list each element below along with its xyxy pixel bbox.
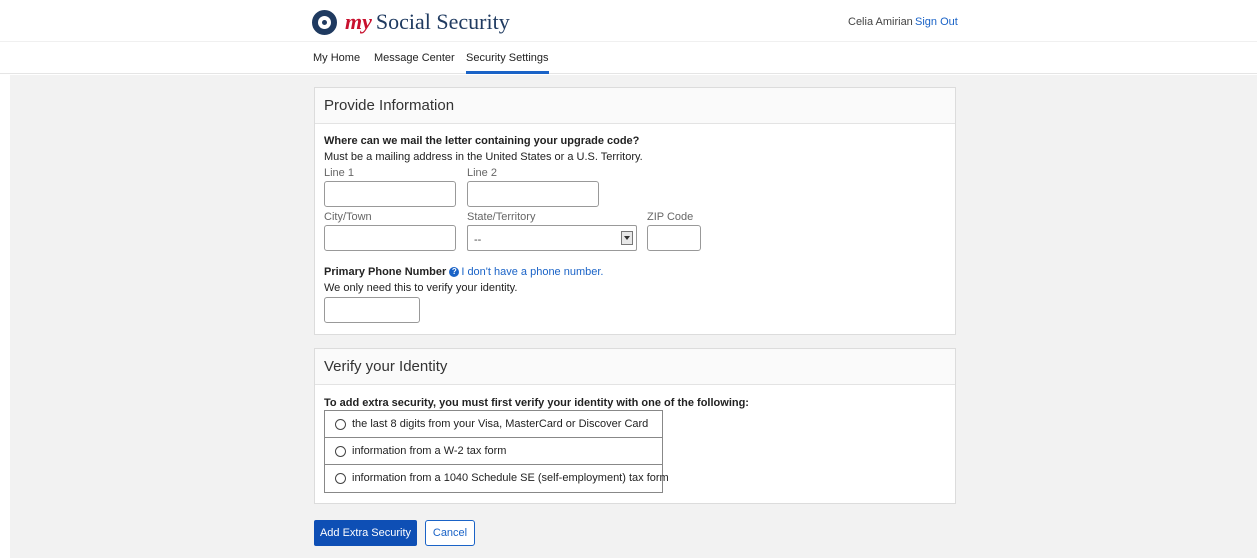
nav-security-settings[interactable]: Security Settings xyxy=(466,52,549,74)
option-label: information from a W-2 tax form xyxy=(352,445,507,457)
radio-empty-icon[interactable] xyxy=(335,473,346,484)
zip-label: ZIP Code xyxy=(647,211,694,223)
phone-note: We only need this to verify your identit… xyxy=(324,282,518,294)
brand-title: my Social Security xyxy=(345,9,510,35)
line1-label: Line 1 xyxy=(324,167,354,179)
ssa-seal-icon xyxy=(312,9,337,35)
my-social-security-logo[interactable]: my Social Security xyxy=(312,9,510,35)
nav-message-center[interactable]: Message Center xyxy=(374,52,455,64)
panel-title: Verify your Identity xyxy=(315,349,955,385)
line1-input[interactable] xyxy=(324,181,456,207)
verify-instruction: To add extra security, you must first ve… xyxy=(324,397,749,409)
phone-label: Primary Phone Number xyxy=(324,266,447,278)
add-extra-security-button[interactable]: Add Extra Security xyxy=(314,520,417,546)
state-selected-value: -- xyxy=(474,234,482,246)
line2-input[interactable] xyxy=(467,181,599,207)
mailing-note: Must be a mailing address in the United … xyxy=(324,151,643,163)
option-w2[interactable]: information from a W-2 tax form xyxy=(325,438,662,465)
phone-input[interactable] xyxy=(324,297,420,323)
state-select[interactable]: -- xyxy=(467,225,637,251)
zip-input[interactable] xyxy=(647,225,701,251)
city-label: City/Town xyxy=(324,211,372,223)
panel-title: Provide Information xyxy=(315,88,955,124)
city-input[interactable] xyxy=(324,225,456,251)
cancel-button[interactable]: Cancel xyxy=(425,520,475,546)
sign-out-link[interactable]: Sign Out xyxy=(915,16,958,28)
nav-my-home[interactable]: My Home xyxy=(313,52,360,64)
option-label: information from a 1040 Schedule SE (sel… xyxy=(352,472,669,484)
brand-name: Social Security xyxy=(375,9,510,34)
option-label: the last 8 digits from your Visa, Master… xyxy=(352,418,649,430)
main-nav: My Home Message Center Security Settings xyxy=(0,42,1257,74)
phone-row: Primary Phone Number ? I don't have a pho… xyxy=(324,266,603,278)
radio-empty-icon[interactable] xyxy=(335,419,346,430)
mailing-question: Where can we mail the letter containing … xyxy=(324,135,640,147)
option-1040-schedule-se[interactable]: information from a 1040 Schedule SE (sel… xyxy=(325,465,669,492)
verification-options: the last 8 digits from your Visa, Master… xyxy=(324,410,669,493)
question-circle-icon[interactable]: ? xyxy=(449,267,460,277)
state-label: State/Territory xyxy=(467,211,536,223)
chevron-down-icon[interactable] xyxy=(621,231,633,245)
line2-label: Line 2 xyxy=(467,167,497,179)
option-credit-card[interactable]: the last 8 digits from your Visa, Master… xyxy=(325,411,662,438)
user-name: Celia Amirian xyxy=(848,16,913,28)
top-header: my Social Security Celia Amirian Sign Out xyxy=(0,0,1257,42)
no-phone-link[interactable]: I don't have a phone number. xyxy=(461,266,603,278)
radio-empty-icon[interactable] xyxy=(335,446,346,457)
brand-prefix: my xyxy=(345,9,372,34)
